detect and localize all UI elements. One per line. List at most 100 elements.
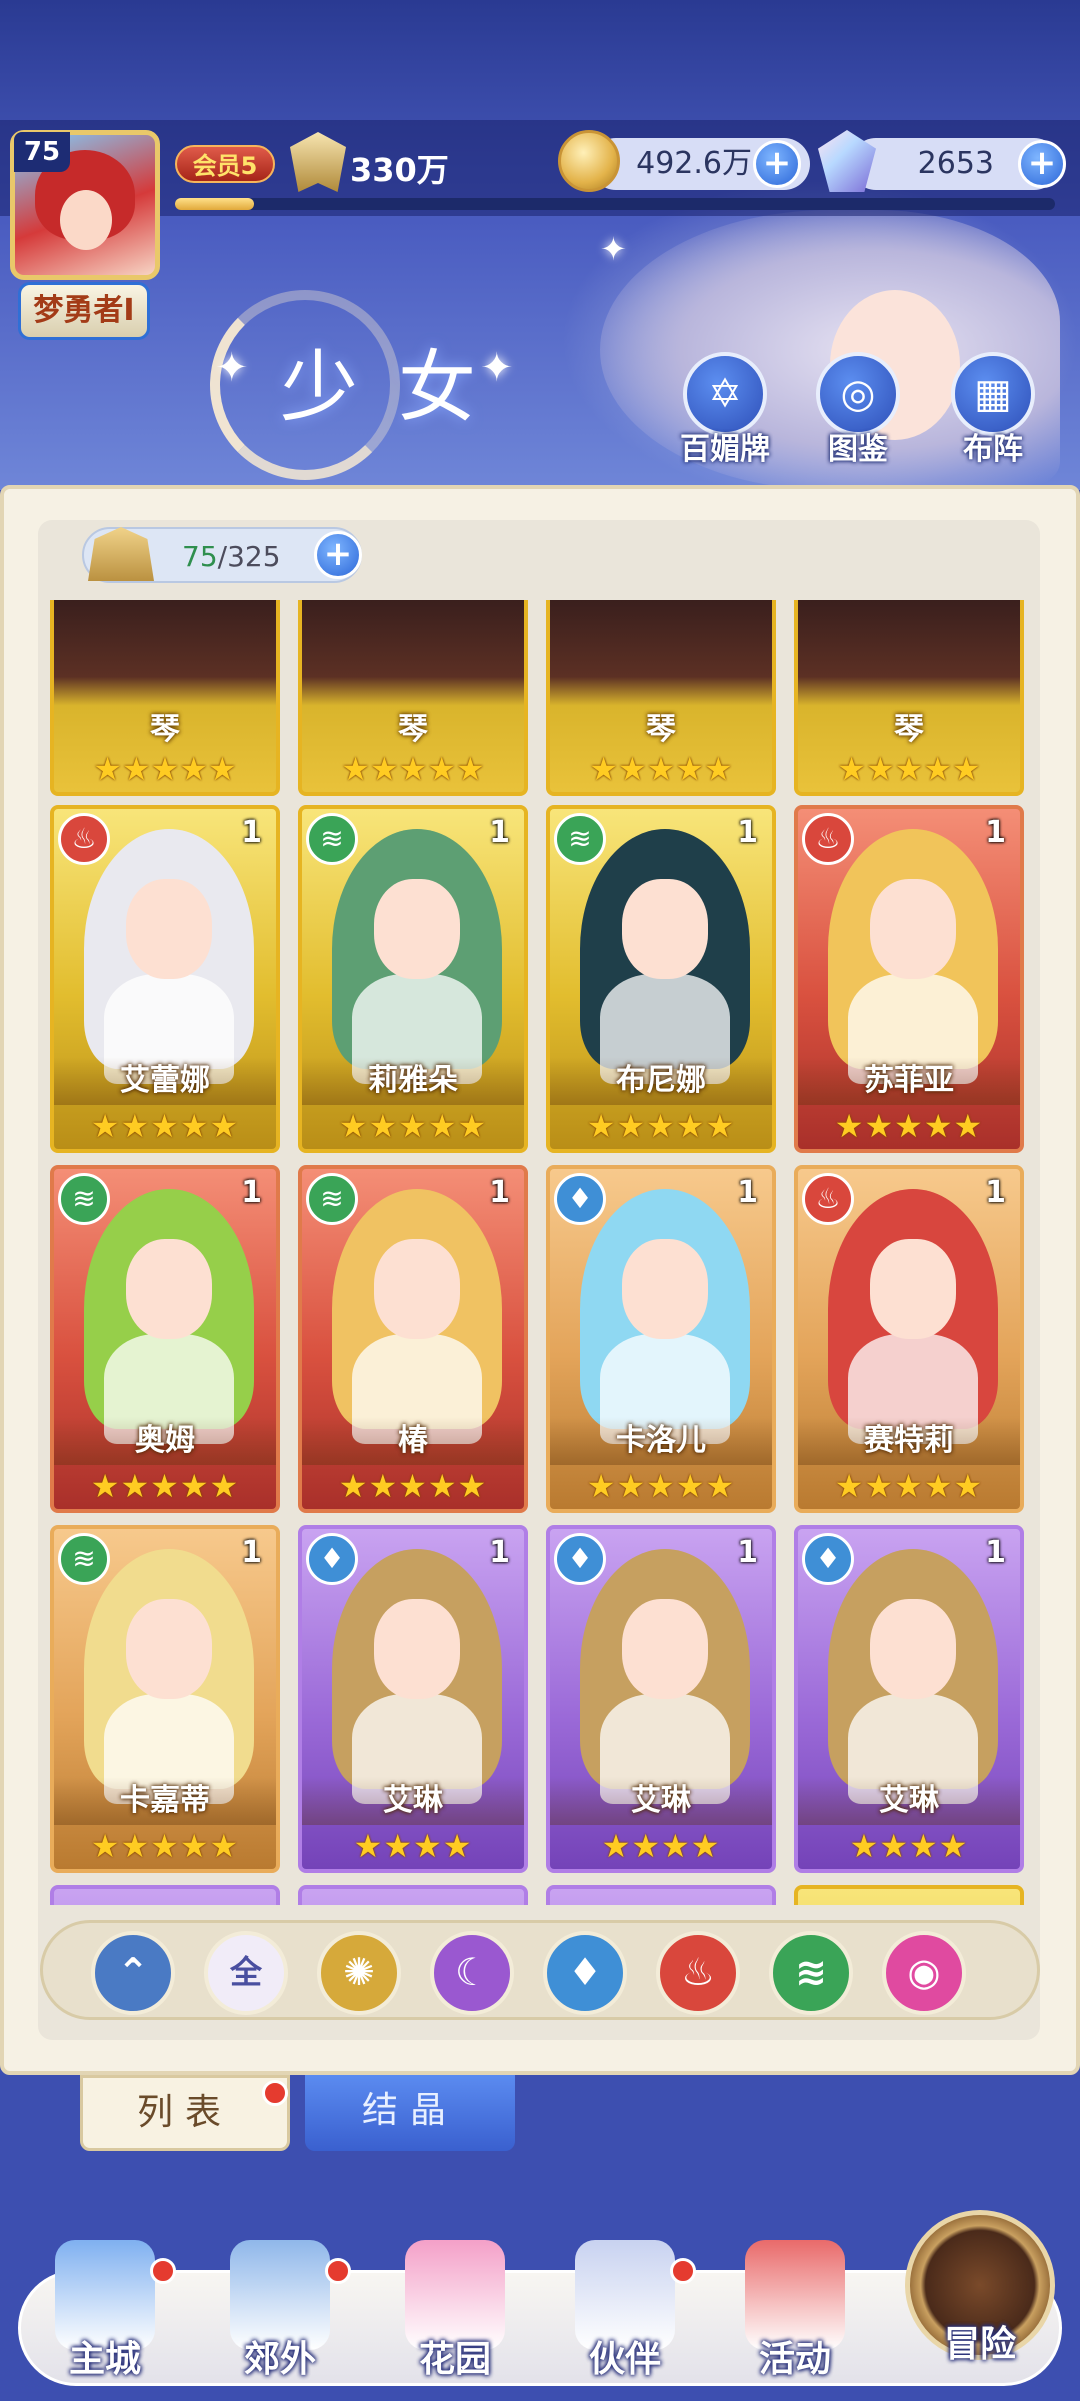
capacity-text: 75/325: [182, 529, 281, 585]
nav-item-label: 花园: [418, 2339, 491, 2380]
character-card[interactable]: ♦ 1 艾琳 ★★★★: [546, 1525, 776, 1873]
nav-adventure-label: 冒险: [943, 2324, 1016, 2365]
wind-element-icon: ≋: [554, 813, 606, 865]
character-name: 椿: [302, 1417, 524, 1465]
character-art-face: [622, 1239, 708, 1339]
character-card[interactable]: [546, 1885, 776, 1905]
character-card[interactable]: ≋ 1 布尼娜 ★★★★★: [546, 805, 776, 1153]
expand-capacity-button[interactable]: +: [314, 531, 362, 579]
sparkle-icon: ✦: [215, 345, 249, 391]
star-rating: ★★★★: [601, 1827, 721, 1865]
filter-water-button[interactable]: ♦: [543, 1931, 627, 2015]
character-name: 艾琳: [798, 1777, 1020, 1825]
filter-spirit-button[interactable]: ◉: [882, 1931, 966, 2015]
capacity-max: 325: [227, 540, 281, 573]
nav-item[interactable]: 伙伴: [550, 2230, 700, 2390]
character-card[interactable]: ≋ 1 奥姆 ★★★★★: [50, 1165, 280, 1513]
card-count: 1: [489, 1175, 510, 1210]
gem-value: 2653: [917, 146, 994, 181]
nav-item[interactable]: 花园: [380, 2230, 530, 2390]
moon-icon: ☾: [454, 1950, 490, 1994]
filter-all-button[interactable]: 全: [204, 1931, 288, 2015]
star-rating: ★★★★★: [338, 1107, 488, 1145]
tab-list-badge: [262, 2080, 288, 2106]
wind-element-icon: ≋: [58, 1533, 110, 1585]
star-rating: ★★★★: [353, 1827, 473, 1865]
filter-up-button[interactable]: ⌃: [91, 1931, 175, 2015]
filter-light-button[interactable]: ✺: [317, 1931, 401, 2015]
page-title: 少女: [280, 343, 517, 433]
formation-button[interactable]: ▦ 布阵: [943, 352, 1043, 467]
character-art-face: [126, 1599, 212, 1699]
star-rating: ★★★★★: [338, 1467, 488, 1505]
nav-notification-badge: [670, 2258, 696, 2284]
character-name: 艾琳: [302, 1777, 524, 1825]
character-card[interactable]: ♦ 1 艾琳 ★★★★: [794, 1525, 1024, 1873]
card-deck-button[interactable]: ✡ 百媚牌: [675, 352, 775, 467]
star-rating: ★★★★★: [834, 1467, 984, 1505]
character-card[interactable]: ≋ 1 卡嘉蒂 ★★★★★: [50, 1525, 280, 1873]
card-count: 1: [489, 815, 510, 850]
tab-list[interactable]: 列表: [80, 2075, 290, 2151]
card-deck-label: 百媚牌: [680, 432, 770, 467]
fire-element-icon: ♨: [58, 813, 110, 865]
nav-adventure[interactable]: 冒险: [900, 2210, 1060, 2380]
card-count: 1: [489, 1535, 510, 1570]
fire-element-icon: ♨: [802, 1173, 854, 1225]
character-art-face: [622, 1599, 708, 1699]
card-count: 1: [985, 815, 1006, 850]
character-card[interactable]: ♦ 1 艾琳 ★★★★: [298, 1525, 528, 1873]
add-gem-button[interactable]: +: [1018, 140, 1066, 188]
character-card[interactable]: [794, 1885, 1024, 1905]
card-count: 1: [737, 815, 758, 850]
character-art-face: [374, 1599, 460, 1699]
nav-item-label: 活动: [758, 2339, 831, 2380]
character-name: 艾蕾娜: [54, 1057, 276, 1105]
all-filter-icon: 全: [229, 1953, 262, 1991]
wind-icon: ≋: [795, 1950, 827, 1994]
character-name: 卡嘉蒂: [54, 1777, 276, 1825]
water-drop-icon: ♦: [567, 1950, 603, 1994]
filter-wind-button[interactable]: ≋: [769, 1931, 853, 2015]
chevron-up-icon: ⌃: [117, 1950, 149, 1994]
vip-badge[interactable]: 会员5: [175, 145, 275, 183]
character-card[interactable]: [298, 1885, 528, 1905]
star-rating: ★★★★★: [586, 1467, 736, 1505]
character-card[interactable]: ♨ 1 苏菲亚 ★★★★★: [794, 805, 1024, 1153]
gold-value: 492.6万: [636, 146, 752, 181]
water-element-icon: ♦: [306, 1533, 358, 1585]
filter-dark-button[interactable]: ☾: [430, 1931, 514, 2015]
nav-item[interactable]: 活动: [720, 2230, 870, 2390]
add-gold-button[interactable]: +: [753, 140, 801, 188]
capacity-current: 75: [182, 540, 218, 573]
codex-button[interactable]: ◎ 图鉴: [808, 352, 908, 467]
character-art-face: [622, 879, 708, 979]
character-card[interactable]: ≋ 1 椿 ★★★★★: [298, 1165, 528, 1513]
player-name[interactable]: 梦勇者I: [18, 282, 150, 340]
water-element-icon: ♦: [554, 1533, 606, 1585]
filter-fire-button[interactable]: ♨: [656, 1931, 740, 2015]
star-rating: ★★★★★: [586, 1107, 736, 1145]
character-card[interactable]: ♨ 1 赛特莉 ★★★★★: [794, 1165, 1024, 1513]
capacity-box-icon: [88, 527, 154, 581]
character-card[interactable]: ♦ 1 卡洛儿 ★★★★★: [546, 1165, 776, 1513]
xp-bar-fill: [175, 198, 255, 210]
player-level: 75: [14, 132, 70, 172]
character-card[interactable]: ≋ 1 莉雅朵 ★★★★★: [298, 805, 528, 1153]
card-count: 1: [737, 1535, 758, 1570]
nav-notification-badge: [325, 2258, 351, 2284]
character-card[interactable]: [50, 1885, 280, 1905]
character-art-face: [374, 1239, 460, 1339]
card-count: 1: [241, 1535, 262, 1570]
gold-coin-icon: [558, 130, 620, 192]
sun-icon: ✺: [343, 1950, 375, 1994]
tab-crystal[interactable]: 结晶: [305, 2075, 515, 2151]
nav-item[interactable]: 郊外: [205, 2230, 355, 2390]
nav-item[interactable]: 主城: [30, 2230, 180, 2390]
formation-label: 布阵: [963, 432, 1023, 467]
character-art-face: [870, 1239, 956, 1339]
character-name: 艾琳: [550, 1777, 772, 1825]
character-card[interactable]: ♨ 1 艾蕾娜 ★★★★★: [50, 805, 280, 1153]
fire-element-icon: ♨: [802, 813, 854, 865]
codex-label: 图鉴: [828, 432, 888, 467]
